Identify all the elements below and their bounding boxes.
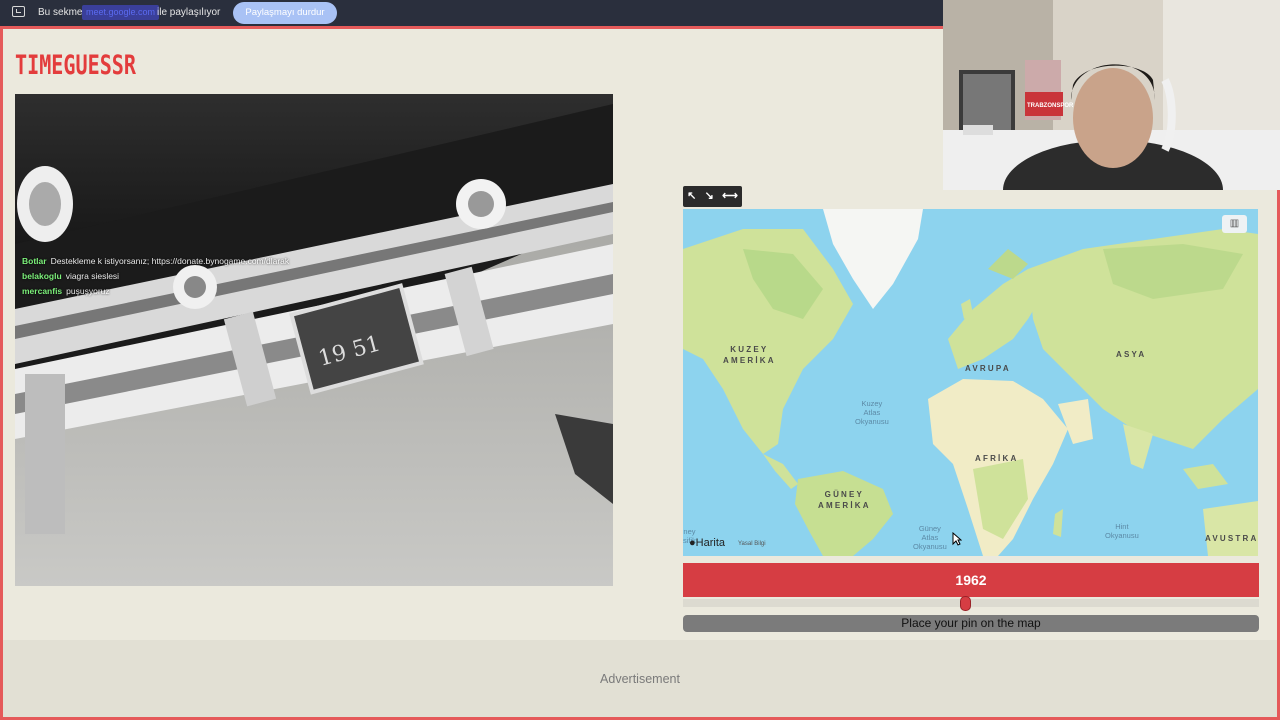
advertisement-label: Advertisement	[600, 672, 680, 686]
label-north-america: KUZEY AMERİKA	[723, 345, 776, 365]
year-display: 1962	[683, 563, 1259, 597]
trabzonspor-poster-text: TRABZONSPOR	[1027, 103, 1074, 109]
map-attribution: ●Harita	[689, 537, 725, 549]
year-slider-track[interactable]	[683, 599, 1259, 607]
share-source: meet.google.com	[82, 5, 160, 20]
chat-user: belakoglu	[22, 271, 62, 281]
logo-text: TIMEGUESSR	[15, 50, 137, 80]
chat-message: puşuşyoruz	[66, 286, 110, 296]
map-land-shapes	[683, 209, 1258, 556]
label-africa: AFRİKA	[975, 454, 1019, 463]
label-asia: ASYA	[1116, 350, 1147, 359]
share-text-after: ile paylaşılıyor	[157, 7, 221, 18]
chat-line: mercanfis puşuşyoruz	[22, 284, 289, 299]
map-legal-link[interactable]: Yasal Bilgi	[738, 541, 766, 547]
screen-share-icon	[12, 6, 25, 17]
stream-chat: Botlar Destekleme k istiyorsanız; https:/…	[22, 254, 289, 299]
shrink-map-icon[interactable]: ↖	[687, 191, 696, 202]
webcam-image: TRABZONSPOR	[943, 0, 1280, 190]
map-attribution-text: Harita	[695, 537, 725, 549]
place-pin-button[interactable]: Place your pin on the map	[683, 615, 1259, 632]
label-south-america: GÜNEY AMERİKA	[818, 490, 871, 510]
apple-icon: ●	[689, 537, 696, 549]
chat-line: belakoglu viagra sieslesi	[22, 269, 289, 284]
map-resize-tools: ↖ ↘ ⟷	[683, 186, 742, 207]
chat-message: Destekleme k istiyorsanız; https://donat…	[50, 256, 290, 266]
guess-photo: 19 51	[15, 94, 613, 586]
share-text-before: Bu sekme	[38, 7, 83, 18]
chat-user: Botlar	[22, 256, 47, 266]
world-map[interactable]: KUZEY AMERİKA GÜNEY AMERİKA AVRUPA ASYA AF…	[683, 209, 1258, 556]
timeguessr-logo[interactable]: TIMEGUESSR	[14, 34, 138, 80]
webcam-overlay: TRABZONSPOR	[943, 0, 1280, 190]
year-slider-thumb[interactable]	[959, 596, 971, 611]
stop-sharing-button[interactable]: Paylaşmayı durdur	[233, 2, 337, 24]
label-indian-ocean: Hint Okyanusu	[1105, 522, 1139, 540]
map-type-icon[interactable]: ▥	[1222, 215, 1247, 233]
chat-line: Botlar Destekleme k istiyorsanız; https:/…	[22, 254, 289, 269]
label-australia: AVUSTRA	[1205, 534, 1258, 543]
label-europe: AVRUPA	[965, 364, 1011, 373]
car-photo-image: 19 51	[15, 94, 613, 586]
chat-user: mercanfis	[22, 286, 63, 296]
expand-map-icon[interactable]: ↘	[705, 191, 714, 202]
label-south-atlantic: Güney Atlas Okyanusu	[913, 524, 947, 551]
chat-message: viagra sieslesi	[65, 271, 120, 281]
widen-map-icon[interactable]: ⟷	[722, 191, 738, 202]
label-north-atlantic: Kuzey Atlas Okyanusu	[855, 399, 889, 426]
mouse-cursor-icon	[952, 532, 962, 546]
